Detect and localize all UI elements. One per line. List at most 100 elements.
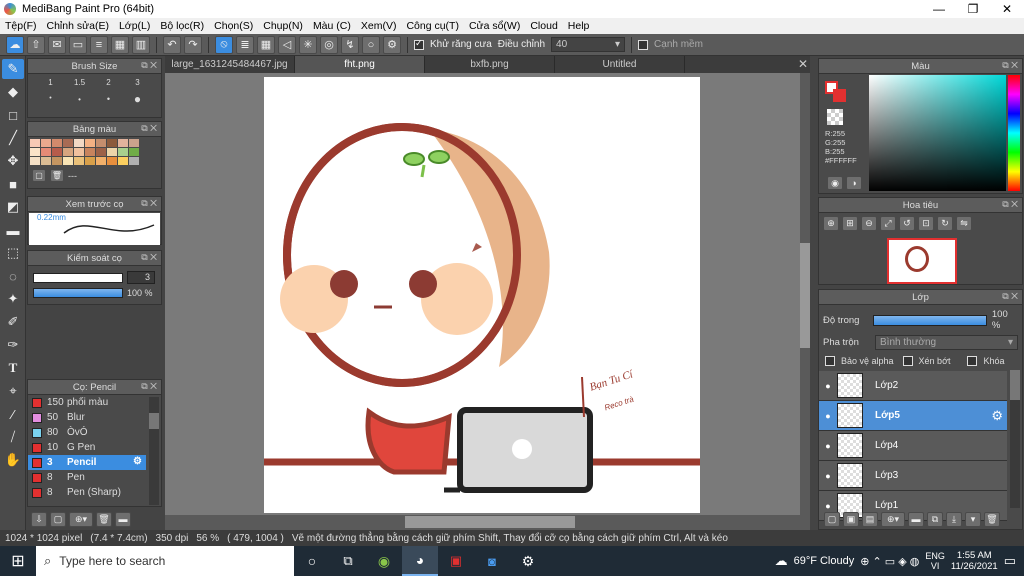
brush-size-option[interactable]: 3 ● bbox=[123, 78, 152, 106]
hand-tool-icon[interactable]: ✋ bbox=[2, 450, 24, 470]
fit-window-icon[interactable]: ⤢ bbox=[880, 216, 896, 231]
panel-popout-icon[interactable]: ⧉ ✕ bbox=[141, 60, 157, 71]
palette-swatch[interactable] bbox=[52, 157, 62, 165]
palette-swatch[interactable] bbox=[85, 148, 95, 156]
upload-icon[interactable]: ⇧ bbox=[27, 35, 45, 54]
rotate-right-icon[interactable]: ↻ bbox=[937, 216, 953, 231]
brush-add-icon[interactable]: ⊕▾ bbox=[69, 511, 93, 527]
comment-icon[interactable]: ✉ bbox=[48, 35, 66, 54]
merge-layer-icon[interactable]: ⤓ bbox=[946, 511, 962, 527]
adjust-dropdown[interactable]: 40 ▾ bbox=[551, 37, 626, 52]
clock[interactable]: 1:55 AM 11/26/2021 bbox=[951, 550, 998, 572]
drawing-canvas[interactable]: Bạn Tu Cí Reco trà bbox=[264, 77, 700, 513]
radial-snap-icon[interactable]: ✳ bbox=[299, 35, 317, 54]
notification-icon[interactable]: ▭ bbox=[1004, 553, 1016, 569]
new-halftone-layer-icon[interactable]: ▤ bbox=[862, 511, 878, 527]
palette-swatch[interactable] bbox=[30, 139, 40, 147]
eye-icon[interactable]: ● bbox=[819, 441, 837, 451]
clipping-checkbox[interactable] bbox=[902, 356, 913, 366]
photos-taskbar-icon[interactable]: ▣ bbox=[438, 553, 474, 569]
settings-taskbar-icon[interactable]: ⚙ bbox=[510, 553, 546, 570]
horizontal-scrollbar[interactable] bbox=[165, 515, 810, 530]
layer-properties-icon[interactable]: ▾ bbox=[965, 511, 981, 527]
menu-color[interactable]: Màu (C) bbox=[308, 20, 356, 32]
palette-swatch[interactable] bbox=[63, 148, 73, 156]
rotate-left-icon[interactable]: ↺ bbox=[899, 216, 915, 231]
palette-swatch[interactable] bbox=[41, 148, 51, 156]
line-tool-icon[interactable]: ╱ bbox=[2, 128, 24, 148]
redo-icon[interactable]: ↷ bbox=[184, 35, 202, 54]
eyedropper-tool-icon[interactable]: ⁄ bbox=[2, 404, 24, 424]
palette-swatch[interactable] bbox=[118, 148, 128, 156]
eye-icon[interactable]: ● bbox=[819, 381, 837, 391]
menu-help[interactable]: Help bbox=[563, 20, 595, 32]
brush-list-item[interactable]: 8 Pen (Sharp) bbox=[28, 485, 146, 500]
palette-swatch[interactable] bbox=[129, 139, 139, 147]
brush-tool-icon[interactable]: ✎ bbox=[2, 59, 24, 79]
menu-filter[interactable]: Bộ lọc(R) bbox=[155, 20, 209, 32]
palette-swatch[interactable] bbox=[41, 139, 51, 147]
curve-snap-icon[interactable]: ↯ bbox=[341, 35, 359, 54]
panel-popout-icon[interactable]: ⧉ ✕ bbox=[141, 252, 157, 263]
layer-row[interactable]: ● Lớp3 bbox=[819, 461, 1007, 491]
medibang-taskbar-icon[interactable]: ◉ bbox=[366, 553, 402, 570]
select-pen-tool-icon[interactable]: ✐ bbox=[2, 312, 24, 332]
palette-swatch[interactable] bbox=[118, 157, 128, 165]
palette-swatch[interactable] bbox=[107, 148, 117, 156]
eye-icon[interactable]: ● bbox=[819, 471, 837, 481]
color-picker-field[interactable] bbox=[869, 75, 1006, 191]
palette-swatch[interactable] bbox=[96, 148, 106, 156]
layer-opacity-slider[interactable] bbox=[873, 314, 987, 326]
zoom-fit-icon[interactable]: ⊞ bbox=[842, 216, 858, 231]
weather-text[interactable]: 69°F Cloudy bbox=[794, 555, 855, 567]
antialias-checkbox[interactable] bbox=[414, 38, 424, 50]
brush-size-option[interactable]: 1.5 • bbox=[65, 78, 94, 106]
gear-icon[interactable]: ⚙ bbox=[133, 456, 142, 467]
document-icon[interactable]: ≡ bbox=[90, 35, 108, 54]
zoom-out-icon[interactable]: ⊖ bbox=[861, 216, 877, 231]
trash-icon[interactable]: 🗑 bbox=[50, 169, 64, 182]
brush-width-value[interactable]: 3 bbox=[127, 271, 155, 284]
menu-window[interactable]: Cửa sổ(W) bbox=[464, 20, 525, 32]
brush-list-scrollbar[interactable] bbox=[149, 397, 159, 505]
move-tool-icon[interactable]: ✥ bbox=[2, 151, 24, 171]
windows-start-icon[interactable]: ⊞ bbox=[0, 551, 36, 571]
gear-icon[interactable]: ⚙ bbox=[991, 408, 1003, 424]
minimize-button[interactable]: — bbox=[922, 0, 956, 18]
language-indicator[interactable]: ENG VI bbox=[925, 551, 945, 571]
layer-row[interactable]: ● Lớp4 bbox=[819, 431, 1007, 461]
gradient-tool-icon[interactable]: ▬ bbox=[2, 220, 24, 240]
menu-select[interactable]: Chọn(S) bbox=[209, 20, 258, 32]
brush-list-item[interactable]: 8 Pen bbox=[28, 470, 146, 485]
vanish-snap-icon[interactable]: ◁ bbox=[278, 35, 296, 54]
brush-width-slider[interactable] bbox=[33, 272, 123, 283]
color-mix-icon[interactable]: ◑ bbox=[846, 176, 862, 190]
add-layer-menu-icon[interactable]: ⊕▾ bbox=[881, 511, 905, 527]
lock-checkbox[interactable] bbox=[967, 356, 978, 366]
close-button[interactable]: ✕ bbox=[990, 0, 1024, 18]
palette-swatch[interactable] bbox=[30, 148, 40, 156]
zoom-taskbar-icon[interactable]: ◙ bbox=[474, 554, 510, 569]
brush-opacity-slider[interactable] bbox=[33, 288, 123, 298]
new-layer-icon[interactable]: ▢ bbox=[824, 511, 840, 527]
flip-icon[interactable]: ⇋ bbox=[956, 216, 972, 231]
protect-alpha-checkbox[interactable] bbox=[825, 356, 835, 366]
palette-swatch[interactable] bbox=[63, 139, 73, 147]
panel-popout-icon[interactable]: ⧉ ✕ bbox=[1002, 291, 1018, 302]
brush-list-item[interactable]: 10 G Pen bbox=[28, 440, 146, 455]
brush-cloud-icon[interactable]: ⇩ bbox=[31, 511, 47, 527]
palette-swatches[interactable] bbox=[28, 137, 161, 165]
tab-bxfb[interactable]: bxfb.png bbox=[425, 56, 555, 73]
parallel-snap-icon[interactable]: ≣ bbox=[236, 35, 254, 54]
select-rect-tool-icon[interactable]: ⬚ bbox=[2, 243, 24, 263]
select-eraser-tool-icon[interactable]: ✑ bbox=[2, 335, 24, 355]
magic-wand-tool-icon[interactable]: ✦ bbox=[2, 289, 24, 309]
panel-popout-icon[interactable]: ⧉ ✕ bbox=[1002, 60, 1018, 71]
circle-snap-icon[interactable]: ◎ bbox=[320, 35, 338, 54]
brush-folder-icon[interactable]: ▬ bbox=[115, 511, 131, 527]
fill-rect-tool-icon[interactable]: ■ bbox=[2, 174, 24, 194]
layer-scrollbar[interactable] bbox=[1010, 370, 1020, 508]
layer-row[interactable]: ● Lớp5 ⚙ bbox=[819, 401, 1007, 431]
blend-dropdown[interactable]: Bình thường ▾ bbox=[875, 335, 1018, 350]
zoom-in-icon[interactable]: ⊕ bbox=[823, 216, 839, 231]
